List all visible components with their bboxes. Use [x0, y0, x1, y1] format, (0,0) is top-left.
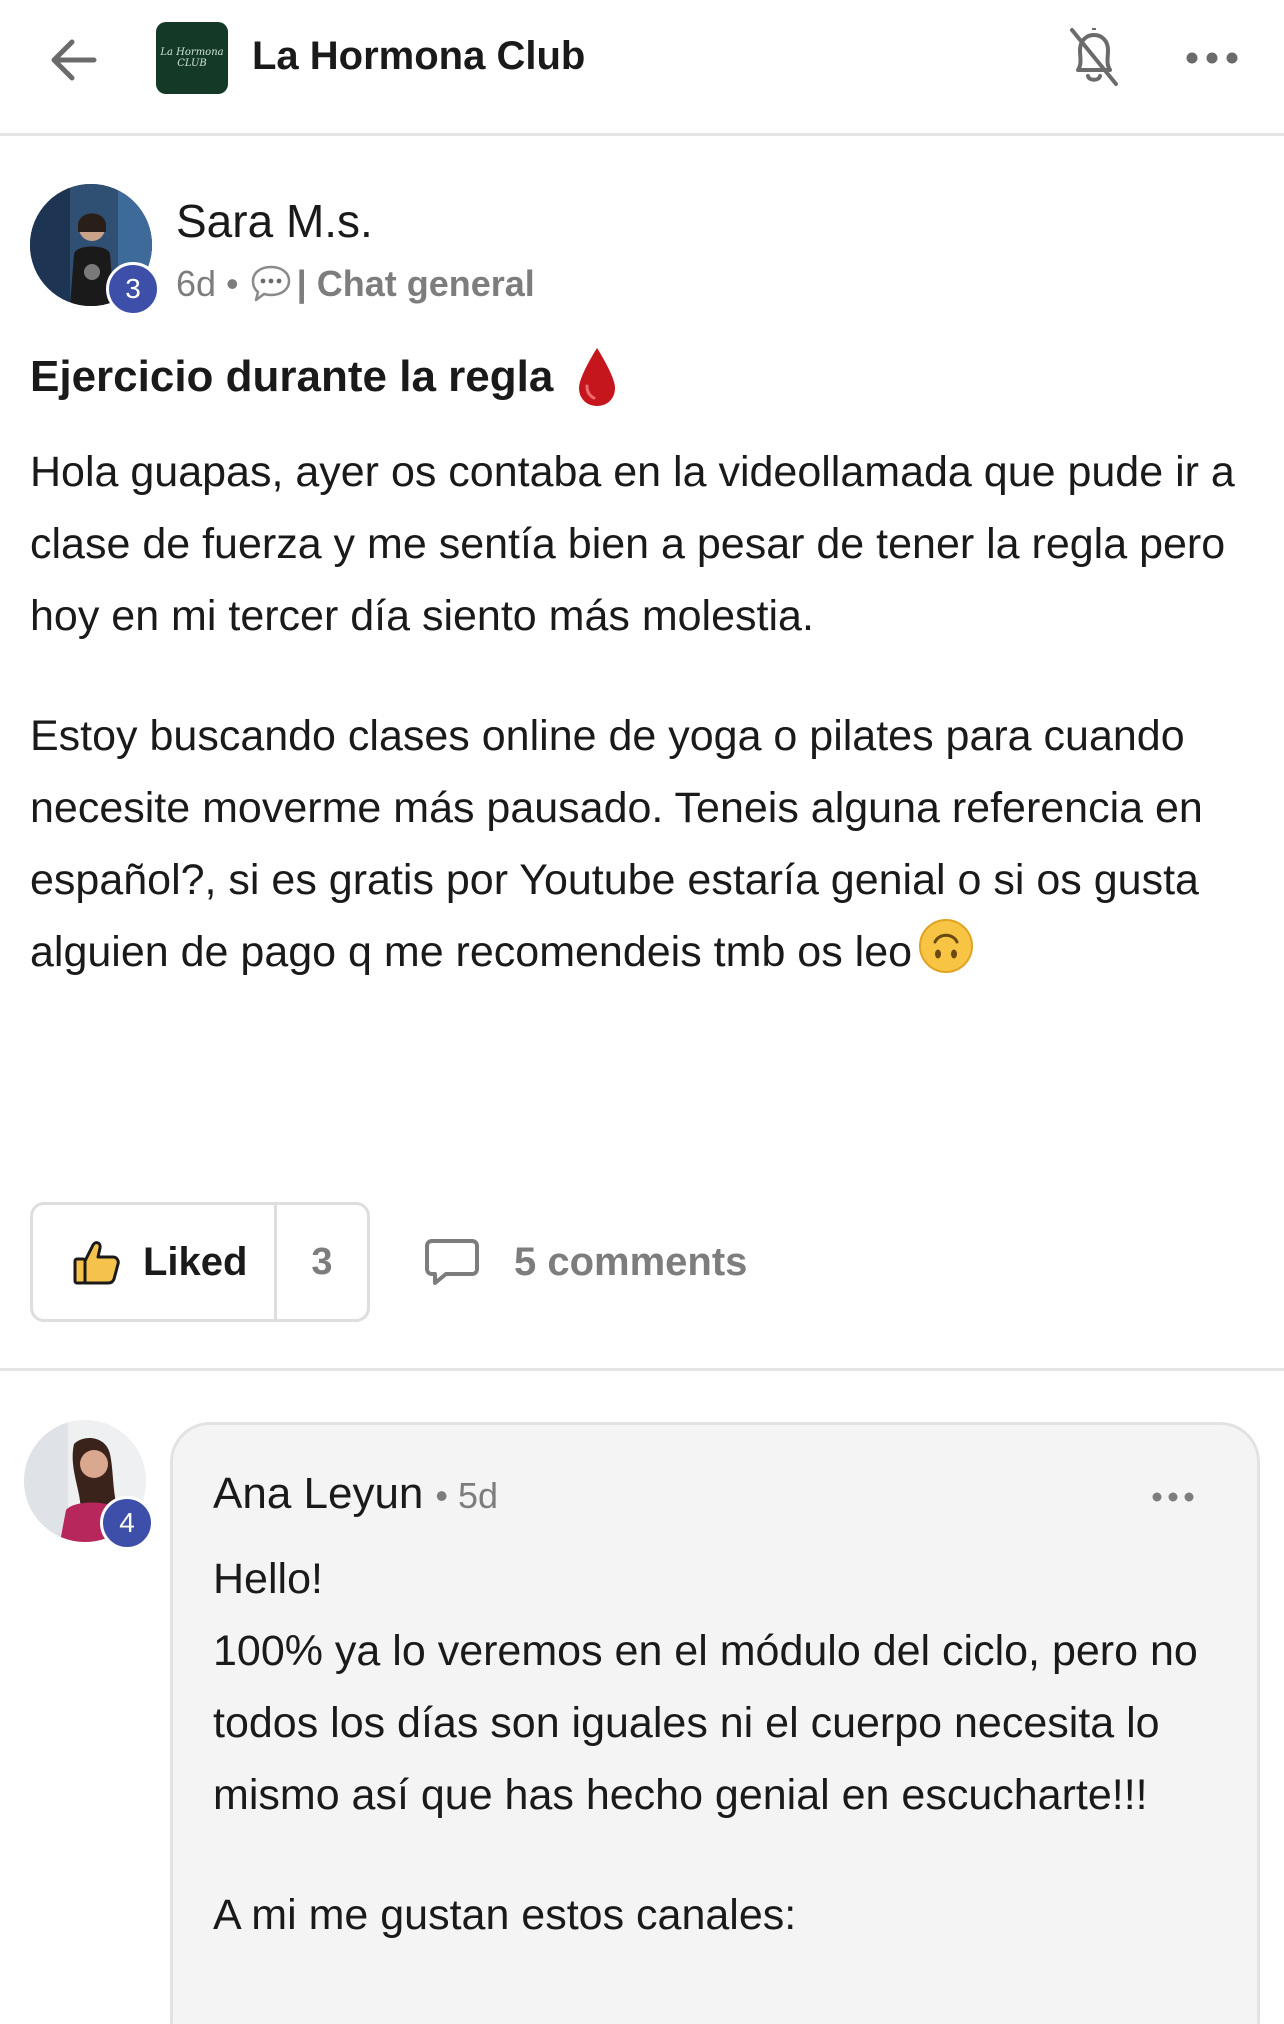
drop-of-blood-icon — [579, 348, 616, 406]
like-count[interactable]: 3 — [277, 1205, 367, 1319]
section-divider — [0, 1368, 1284, 1371]
like-button[interactable]: Liked — [33, 1205, 277, 1319]
post-time: 6d — [176, 263, 217, 304]
post-paragraph: Estoy buscando clases online de yoga o p… — [30, 700, 1250, 988]
post-body: Hola guapas, ayer os contaba en la video… — [30, 436, 1250, 988]
comment-author-name[interactable]: Ana Leyun — [213, 1469, 423, 1519]
like-control: Liked 3 — [30, 1202, 370, 1322]
comment-header: Ana Leyun • 5d — [213, 1469, 498, 1519]
club-title[interactable]: La Hormona Club — [252, 34, 585, 79]
liked-label: Liked — [143, 1239, 248, 1284]
post-title-text: Ejercicio durante la regla — [30, 352, 554, 401]
logo-wordmark: La Hormona CLUB — [160, 47, 223, 69]
comment-icon — [425, 1239, 479, 1285]
comments-button[interactable]: 5 comments — [424, 1234, 747, 1290]
logo-line-1: La Hormona — [160, 47, 224, 58]
thumbs-up-icon — [73, 1241, 120, 1285]
more-horizontal-icon — [1186, 52, 1238, 64]
post-paragraph-text: Estoy buscando clases online de yoga o p… — [30, 712, 1203, 976]
comment-paragraph: A mi me gustan estos canales: — [213, 1891, 797, 1939]
comment-more-button[interactable] — [1149, 1487, 1197, 1507]
comments-count-label: 5 comments — [514, 1239, 748, 1284]
more-horizontal-icon — [1152, 1492, 1194, 1502]
meta-separator: • — [226, 263, 239, 304]
bell-off-icon — [1070, 28, 1118, 86]
speech-bubble-icon — [251, 265, 290, 302]
comment-paragraph: Hello! 100% ya lo veremos en el módulo d… — [213, 1555, 1198, 1819]
post-meta: 6d • | Chat general — [176, 262, 535, 306]
post-author-name[interactable]: Sara M.s. — [176, 194, 373, 248]
club-logo[interactable]: La Hormona CLUB — [156, 22, 228, 94]
upside-down-face-icon — [919, 919, 974, 973]
more-options-button[interactable] — [1182, 40, 1242, 76]
back-button[interactable] — [44, 30, 104, 90]
comment-bubble: Ana Leyun • 5d Hello! 100% ya lo veremos… — [170, 1422, 1260, 2024]
notifications-button[interactable] — [1064, 24, 1124, 90]
top-app-bar: La Hormona CLUB La Hormona Club — [0, 0, 1284, 136]
comment-author-level-badge: 4 — [100, 1496, 154, 1550]
post-paragraph: Hola guapas, ayer os contaba en la video… — [30, 448, 1235, 640]
comment-time: • 5d — [435, 1475, 499, 1516]
logo-line-2: CLUB — [177, 58, 207, 69]
back-arrow-icon — [51, 39, 97, 81]
post-channel-link[interactable]: | Chat general — [297, 263, 535, 305]
comment-body: Hello! 100% ya lo veremos en el módulo d… — [213, 1543, 1233, 1951]
post-title: Ejercicio durante la regla — [30, 346, 619, 408]
post-author-level-badge: 3 — [106, 262, 160, 316]
